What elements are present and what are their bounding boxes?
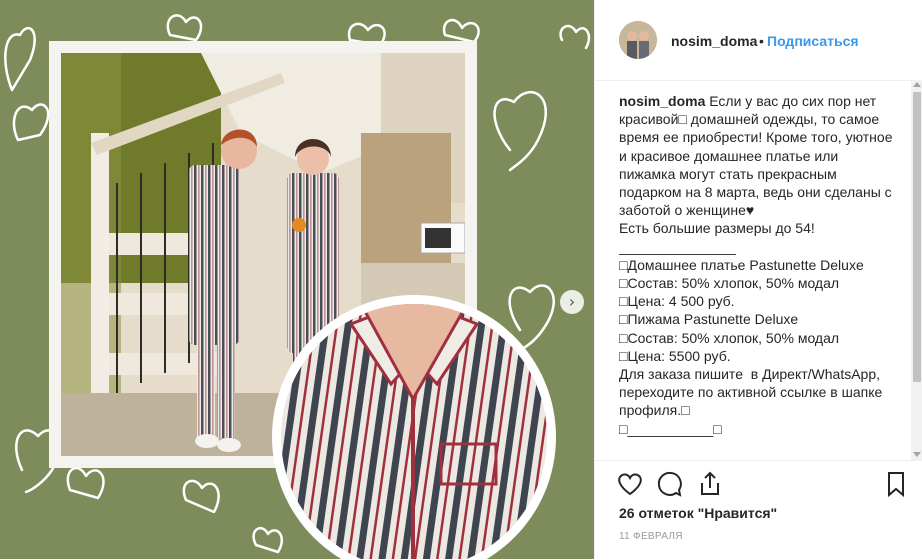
caption-text: Если у вас до сих пор нет красивой□ дома… — [619, 93, 897, 219]
scroll-up-arrow-icon[interactable] — [913, 82, 921, 87]
pajama-closeup — [281, 304, 547, 559]
post-header: nosim_doma • Подписаться — [595, 0, 911, 81]
like-button[interactable] — [615, 469, 645, 499]
caption-line: □Домашнее платье Pastunette Deluxe — [619, 256, 864, 273]
caption-line: □___________□ — [619, 420, 722, 437]
scrollbar-thumb[interactable] — [913, 92, 921, 382]
instagram-post: › nosim_doma • Подписаться nosim_doma Ес… — [0, 0, 922, 559]
likes-count[interactable]: 26 отметок "Нравится" — [619, 505, 777, 521]
header-separator: • — [759, 33, 764, 49]
caption-line: □Цена: 5500 руб. — [619, 347, 731, 364]
caption-line: nosim_doma Если у вас до сих пор нет кра… — [619, 92, 897, 219]
caption-scrollbar[interactable] — [911, 80, 922, 460]
caption-line: □Состав: 50% хлопок, 50% модал — [619, 275, 840, 292]
heart-icon — [618, 473, 642, 496]
next-image-button[interactable]: › — [560, 290, 584, 314]
share-icon — [701, 471, 719, 495]
avatar-image — [619, 21, 657, 59]
caption-username[interactable]: nosim_doma — [619, 93, 705, 109]
post-media: › — [0, 0, 594, 559]
share-button[interactable] — [695, 469, 725, 499]
caption-line: Для заказа пишите в Директ/WhatsApp, пер… — [619, 366, 887, 419]
scroll-down-arrow-icon[interactable] — [913, 452, 921, 457]
follow-button[interactable]: Подписаться — [767, 33, 859, 49]
header-username[interactable]: nosim_doma — [671, 33, 757, 49]
detail-photo — [281, 304, 547, 559]
detail-photo-circle — [272, 295, 556, 559]
post-actions: 26 отметок "Нравится" 11 ФЕВРАЛЯ — [595, 460, 922, 560]
avatar[interactable] — [619, 21, 657, 59]
post-date[interactable]: 11 ФЕВРАЛЯ — [619, 531, 683, 542]
save-button[interactable] — [881, 469, 911, 499]
chevron-right-icon: › — [568, 292, 576, 311]
post-caption: nosim_doma Если у вас до сих пор нет кра… — [619, 92, 897, 460]
caption-line: □Цена: 4 500 руб. — [619, 293, 735, 310]
caption-line: □Пижама Pastunette Deluxe — [619, 311, 799, 328]
comment-button[interactable] — [655, 469, 685, 499]
bookmark-icon — [888, 472, 904, 498]
caption-line: _______________ — [619, 238, 736, 255]
post-sidebar: nosim_doma • Подписаться nosim_doma Если… — [594, 0, 922, 559]
comment-icon — [657, 471, 682, 497]
caption-line: □Состав: 50% хлопок, 50% модал — [619, 329, 840, 346]
caption-line: Есть большие размеры до 54! — [619, 220, 815, 237]
